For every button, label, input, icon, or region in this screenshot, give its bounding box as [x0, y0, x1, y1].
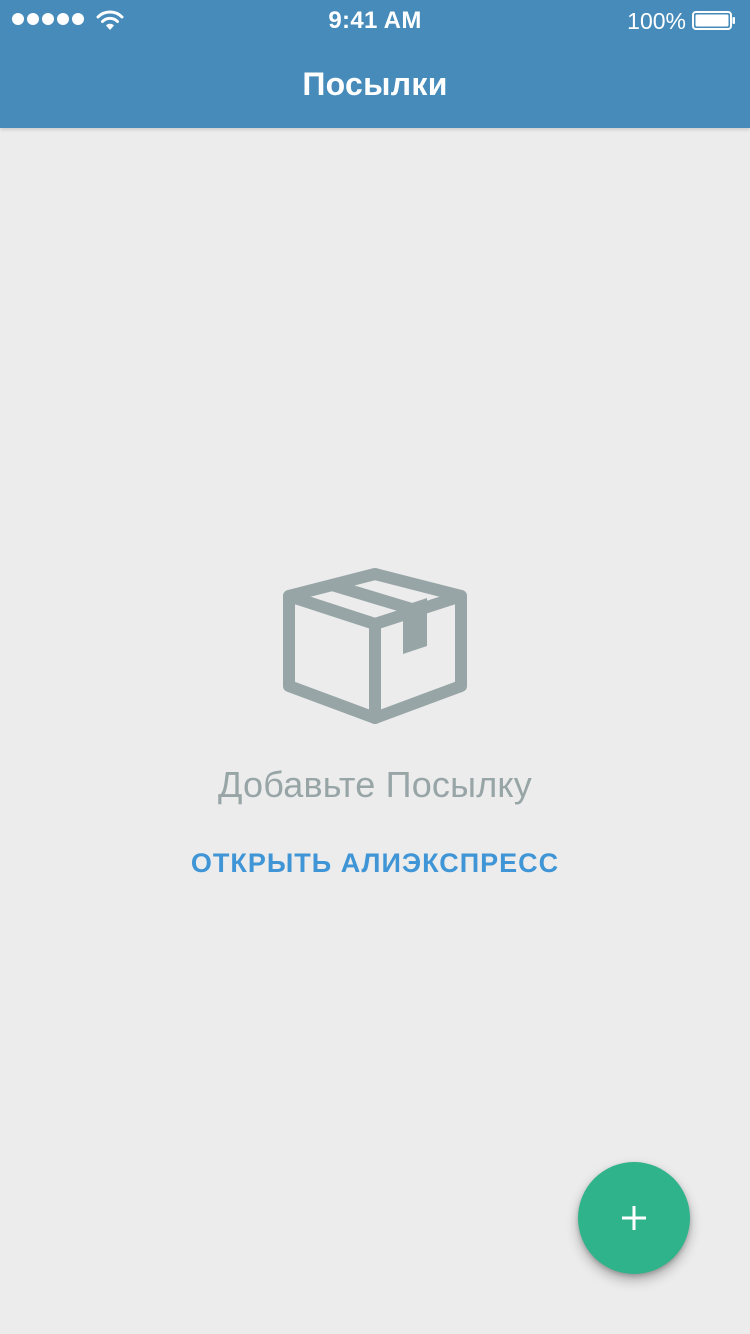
package-box-icon [283, 568, 467, 724]
add-parcel-button[interactable] [578, 1162, 690, 1274]
page-title: Посылки [302, 66, 448, 102]
status-bar: 9:41 AM 100% [0, 0, 750, 40]
open-aliexpress-button[interactable]: ОТКРЫТЬ АЛИЭКСПРЕСС [191, 848, 559, 879]
battery-percentage: 100% [627, 8, 686, 34]
navigation-bar: 9:41 AM 100% Посылки [0, 0, 750, 128]
app-screen: 9:41 AM 100% Посылки Добавьте Посылку ОТ… [0, 0, 750, 1334]
plus-icon [622, 1206, 646, 1230]
battery-icon [692, 11, 735, 30]
empty-state: Добавьте Посылку ОТКРЫТЬ АЛИЭКСПРЕСС [0, 568, 750, 879]
empty-state-message: Добавьте Посылку [218, 764, 532, 805]
